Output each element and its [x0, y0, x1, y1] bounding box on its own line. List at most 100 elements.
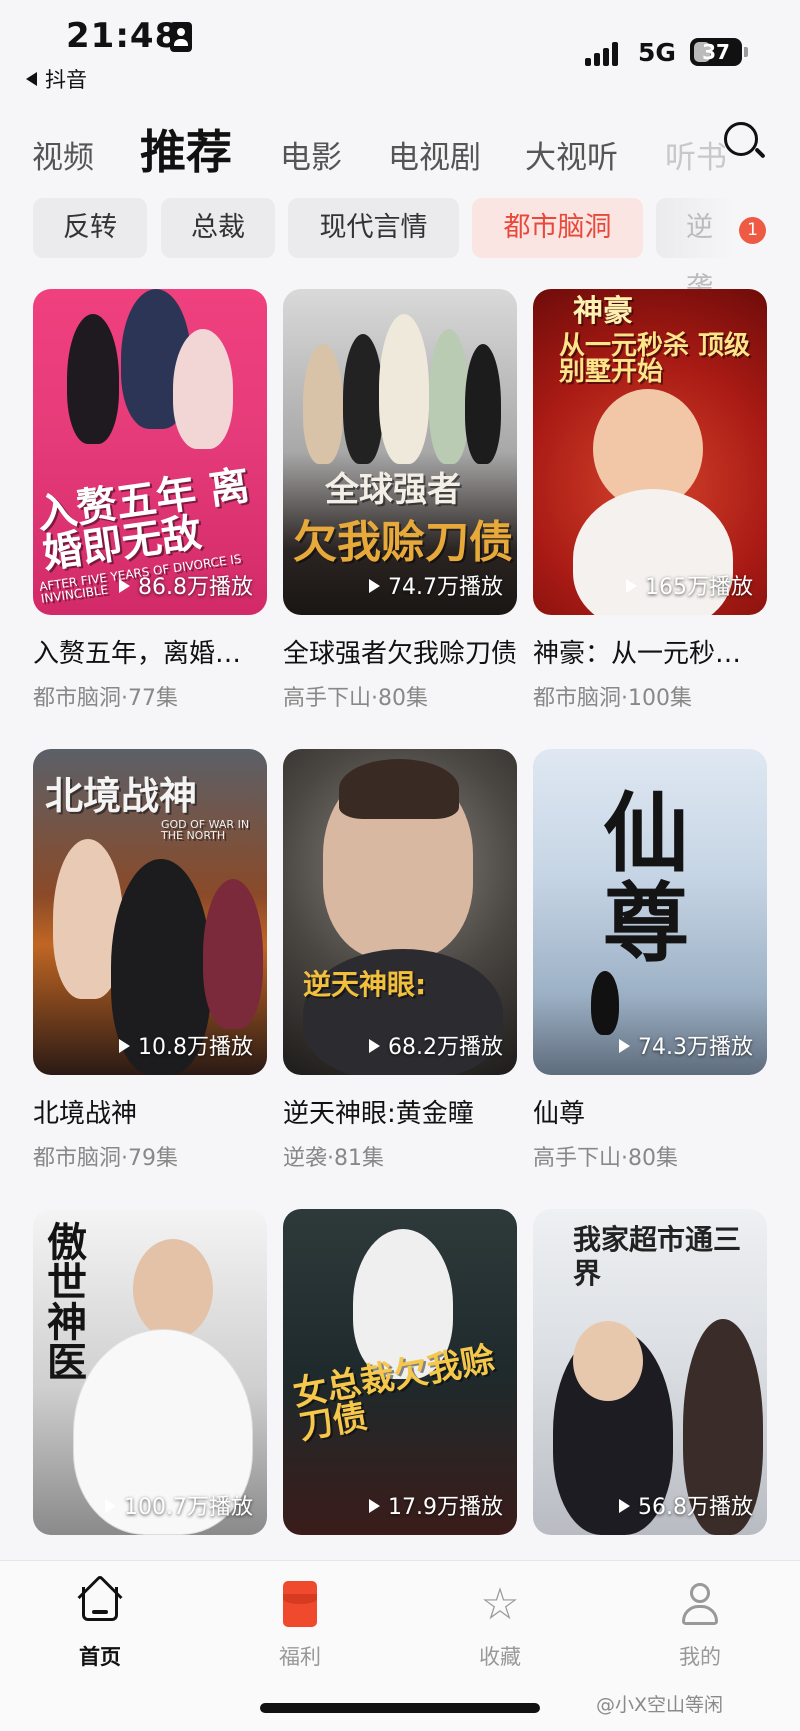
- search-icon: [724, 122, 758, 156]
- drama-meta: 高手下山·80集: [283, 686, 428, 711]
- nav-label: 福利: [279, 1645, 321, 1669]
- poster-title: 我家超市通三界: [573, 1223, 742, 1290]
- drama-meta: 高手下山·80集: [533, 1146, 678, 1171]
- drama-poster[interactable]: 女总裁欠我赊刀债 17.9万播放: [283, 1209, 517, 1535]
- drama-meta: 都市脑洞·100集: [533, 686, 692, 711]
- chip-urban-fantasy[interactable]: 都市脑洞: [472, 198, 643, 258]
- poster-face: [573, 1321, 643, 1401]
- nav-label: 我的: [679, 1645, 721, 1669]
- home-indicator[interactable]: [260, 1703, 540, 1713]
- poster-figure: [173, 329, 233, 449]
- drama-poster[interactable]: 入赘五年 离婚即无敌 AFTER FIVE YEARS OF DIVORCE I…: [33, 289, 267, 615]
- nav-home[interactable]: 首页: [40, 1574, 160, 1671]
- drama-card[interactable]: 北境战神 GOD OF WAR IN THE NORTH 10.8万播放 北境战…: [33, 749, 267, 1172]
- drama-poster[interactable]: 逆天神眼: 68.2万播放: [283, 749, 517, 1075]
- drama-card[interactable]: 女总裁欠我赊刀债 17.9万播放: [283, 1209, 517, 1535]
- drama-card[interactable]: 逆天神眼: 68.2万播放 逆天神眼:黄金瞳 逆袭·81集: [283, 749, 517, 1172]
- drama-poster[interactable]: 北境战神 GOD OF WAR IN THE NORTH 10.8万播放: [33, 749, 267, 1075]
- play-count: 100.7万播放: [105, 1489, 253, 1521]
- profile-icon: [678, 1583, 722, 1627]
- poster-title: 全球强者: [325, 470, 461, 510]
- drama-poster[interactable]: 神豪 从一元秒杀 顶级别墅开始 165万播放: [533, 289, 767, 615]
- nav-label: 收藏: [479, 1645, 521, 1669]
- poster-figure: [591, 971, 619, 1035]
- search-button[interactable]: [722, 120, 768, 166]
- play-icon: [369, 1039, 380, 1053]
- drama-title[interactable]: 入赘五年，离婚即无敌: [33, 633, 267, 670]
- drama-card[interactable]: 入赘五年 离婚即无敌 AFTER FIVE YEARS OF DIVORCE I…: [33, 289, 267, 712]
- drama-title[interactable]: 神豪：从一元秒杀顶级别墅开始: [533, 633, 767, 670]
- tab-video[interactable]: 视频: [32, 132, 94, 177]
- play-icon: [119, 579, 130, 593]
- play-icon: [626, 579, 637, 593]
- drama-meta: 都市脑洞·77集: [33, 686, 178, 711]
- poster-figure: [343, 334, 383, 464]
- poster-subtitle: 从一元秒杀 顶级别墅开始: [559, 331, 751, 387]
- status-bar: 21:48 抖音 5G 37: [0, 0, 800, 100]
- drama-poster[interactable]: 我家超市通三界 56.8万播放: [533, 1209, 767, 1535]
- nav-favorites[interactable]: ☆ 收藏: [440, 1583, 560, 1671]
- nav-profile[interactable]: 我的: [640, 1583, 760, 1671]
- drama-card[interactable]: 傲世神医 100.7万播放: [33, 1209, 267, 1535]
- drama-title[interactable]: 全球强者欠我赊刀债: [283, 633, 517, 670]
- poster-figure: [465, 344, 501, 464]
- tab-movie[interactable]: 电影: [280, 132, 342, 177]
- watermark: @小X空山等闲: [596, 1694, 724, 1716]
- tab-audiobook[interactable]: 听书: [665, 132, 725, 177]
- drama-meta: 都市脑洞·79集: [33, 1146, 178, 1171]
- play-count: 74.3万播放: [619, 1029, 753, 1061]
- poster-title: 逆天神眼:: [303, 968, 427, 1001]
- play-count: 56.8万播放: [619, 1489, 753, 1521]
- poster-hair: [339, 759, 459, 819]
- tab-big-audiovisual[interactable]: 大视听: [525, 132, 618, 177]
- play-count: 68.2万播放: [369, 1029, 503, 1061]
- poster-figure: [133, 1239, 213, 1339]
- home-icon: [77, 1574, 123, 1627]
- red-packet-icon: [278, 1581, 322, 1627]
- clock: 21:48: [66, 16, 180, 56]
- play-icon: [119, 1039, 130, 1053]
- chip-modern-romance[interactable]: 现代言情: [288, 198, 459, 258]
- tab-recommend[interactable]: 推荐: [140, 116, 232, 182]
- play-icon: [105, 1499, 117, 1513]
- drama-meta: 逆袭·81集: [283, 1146, 384, 1171]
- drama-poster[interactable]: 仙尊 74.3万播放: [533, 749, 767, 1075]
- poster-figure: [203, 879, 263, 1029]
- drama-poster[interactable]: 傲世神医 100.7万播放: [33, 1209, 267, 1535]
- chip-comeback[interactable]: 逆袭: [656, 198, 736, 303]
- drama-title[interactable]: 北境战神: [33, 1093, 267, 1130]
- back-to-app-link[interactable]: 抖音: [26, 64, 87, 94]
- battery-icon: 37: [690, 38, 742, 66]
- drama-title[interactable]: 逆天神眼:黄金瞳: [283, 1093, 517, 1130]
- tab-tv-series[interactable]: 电视剧: [388, 132, 481, 177]
- drama-card[interactable]: 仙尊 74.3万播放 仙尊 高手下山·80集: [533, 749, 767, 1172]
- battery-tip: [744, 47, 748, 57]
- play-count: 74.7万播放: [369, 569, 503, 601]
- signal-icon: [585, 42, 625, 66]
- top-tabs: 视频 推荐 电影 电视剧 大视听 听书: [0, 108, 800, 188]
- poster-figure: [429, 329, 469, 464]
- battery-percent: 37: [702, 40, 730, 64]
- star-icon: ☆: [480, 1579, 520, 1630]
- drama-poster[interactable]: 全球强者 欠我赊刀债 74.7万播放: [283, 289, 517, 615]
- drama-card[interactable]: 神豪 从一元秒杀 顶级别墅开始 165万播放 神豪：从一元秒杀顶级别墅开始 都市…: [533, 289, 767, 712]
- play-icon: [619, 1039, 630, 1053]
- chip-reversal[interactable]: 反转: [33, 198, 147, 258]
- play-icon: [619, 1499, 630, 1513]
- play-count: 165万播放: [626, 569, 753, 601]
- poster-title: 北境战神: [45, 774, 198, 818]
- poster-figure: [379, 314, 429, 464]
- poster-title: 神豪: [573, 294, 633, 329]
- nav-welfare[interactable]: 福利: [240, 1581, 360, 1671]
- poster-subtitle: GOD OF WAR IN THE NORTH: [161, 818, 250, 842]
- chip-ceo[interactable]: 总裁: [161, 198, 275, 258]
- drama-card[interactable]: 我家超市通三界 56.8万播放: [533, 1209, 767, 1535]
- play-icon: [369, 579, 380, 593]
- nav-label: 首页: [79, 1645, 121, 1669]
- poster-title: 女总裁欠我赊刀债: [290, 1339, 499, 1448]
- poster-subtitle: 欠我赊刀债: [293, 517, 513, 568]
- network-type: 5G: [638, 38, 676, 67]
- contact-card-icon: [170, 22, 192, 52]
- drama-card[interactable]: 全球强者 欠我赊刀债 74.7万播放 全球强者欠我赊刀债 高手下山·80集: [283, 289, 517, 712]
- drama-title[interactable]: 仙尊: [533, 1093, 767, 1130]
